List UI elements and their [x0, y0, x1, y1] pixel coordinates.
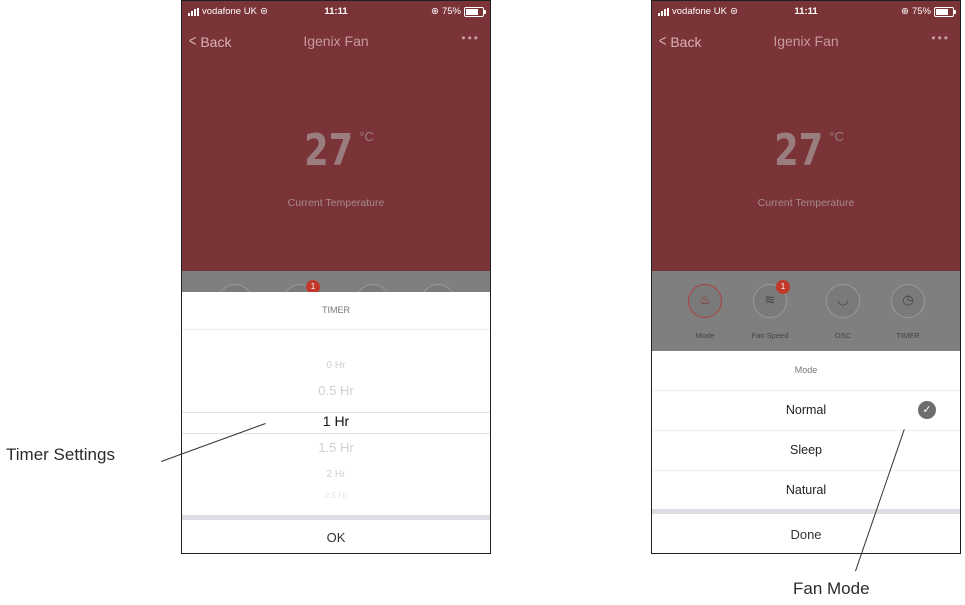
- orientation-lock-icon: ⊕: [901, 6, 909, 17]
- temperature-unit: °C: [359, 129, 374, 144]
- fan-speed-icon: ≋: [764, 292, 776, 307]
- mode-button[interactable]: ♨: [688, 284, 722, 318]
- nav-bar: < Back Igenix Fan •••: [652, 27, 960, 55]
- fan-speed-badge: 1: [776, 280, 790, 294]
- battery-percent: 75%: [911, 6, 931, 17]
- mode-option-natural[interactable]: Natural: [652, 471, 960, 509]
- annotation-timer-settings: Timer Settings: [6, 445, 115, 464]
- battery-icon: [934, 6, 956, 17]
- status-right: ⊕ 75%: [431, 6, 486, 17]
- osc-button[interactable]: ◡: [826, 284, 860, 318]
- oscillate-icon: ◡: [837, 292, 849, 307]
- phone-screen-mode: vodafone UK ⊜ 11:11 ⊕ 75% < Back Igenix …: [651, 0, 961, 554]
- timer-option[interactable]: 2 Hr: [182, 469, 490, 480]
- temperature-display: 27 °C: [182, 125, 490, 176]
- mode-label: Mode: [695, 331, 715, 340]
- page-title: Igenix Fan: [773, 33, 839, 49]
- temperature-label: Current Temperature: [287, 197, 385, 209]
- mode-sheet-title: Mode: [652, 351, 960, 391]
- more-button[interactable]: •••: [931, 31, 950, 45]
- timer-option[interactable]: 0.5 Hr: [182, 383, 490, 398]
- clock-icon: ◷: [902, 292, 914, 307]
- orientation-lock-icon: ⊕: [431, 6, 439, 17]
- timer-option[interactable]: 0 Hr: [182, 360, 490, 371]
- phone-screen-timer: vodafone UK ⊜ 11:11 ⊕ 75% < Back Igenix …: [181, 0, 491, 554]
- timer-option-selected[interactable]: 1 Hr: [182, 413, 490, 429]
- timer-sheet: TIMER 0 Hr 0.5 Hr 1 Hr 1.5 Hr 2 Hr 2.5 H…: [182, 292, 490, 515]
- osc-label: OSC: [834, 331, 852, 340]
- temperature-value: 27: [304, 125, 354, 176]
- heat-mode-icon: ♨: [699, 292, 711, 307]
- timer-label: TIMER: [896, 331, 920, 340]
- more-button[interactable]: •••: [461, 31, 480, 45]
- fan-speed-label: Fan Speed: [751, 331, 789, 340]
- mode-option-sleep[interactable]: Sleep: [652, 431, 960, 471]
- battery-percent: 75%: [441, 6, 461, 17]
- done-button[interactable]: Done: [652, 514, 960, 553]
- page-title: Igenix Fan: [303, 33, 369, 49]
- temperature-label: Current Temperature: [757, 197, 855, 209]
- temperature-unit: °C: [829, 129, 844, 144]
- status-bar: vodafone UK ⊜ 11:11 ⊕ 75%: [652, 1, 960, 23]
- timer-option[interactable]: 2.5 Hr: [182, 491, 490, 500]
- battery-icon: [464, 6, 486, 17]
- check-icon: ✓: [918, 401, 936, 419]
- mode-option-normal[interactable]: Normal ✓: [652, 391, 960, 431]
- timer-button[interactable]: ◷: [891, 284, 925, 318]
- mode-sheet: Mode Normal ✓ Sleep Natural: [652, 351, 960, 509]
- timer-sheet-title: TIMER: [182, 292, 490, 330]
- timer-option[interactable]: 1.5 Hr: [182, 440, 490, 455]
- temperature-display: 27 °C: [652, 125, 960, 176]
- ok-button[interactable]: OK: [182, 520, 490, 553]
- nav-bar: < Back Igenix Fan •••: [182, 27, 490, 55]
- mode-option-label: Normal: [785, 403, 827, 417]
- annotation-fan-mode: Fan Mode: [793, 579, 870, 598]
- controls-bar: ♨ Mode ≋ 1 Fan Speed ◡ OSC ◷ TIMER: [652, 271, 960, 351]
- status-right: ⊕ 75%: [901, 6, 956, 17]
- temperature-value: 27: [774, 125, 824, 176]
- status-bar: vodafone UK ⊜ 11:11 ⊕ 75%: [182, 1, 490, 23]
